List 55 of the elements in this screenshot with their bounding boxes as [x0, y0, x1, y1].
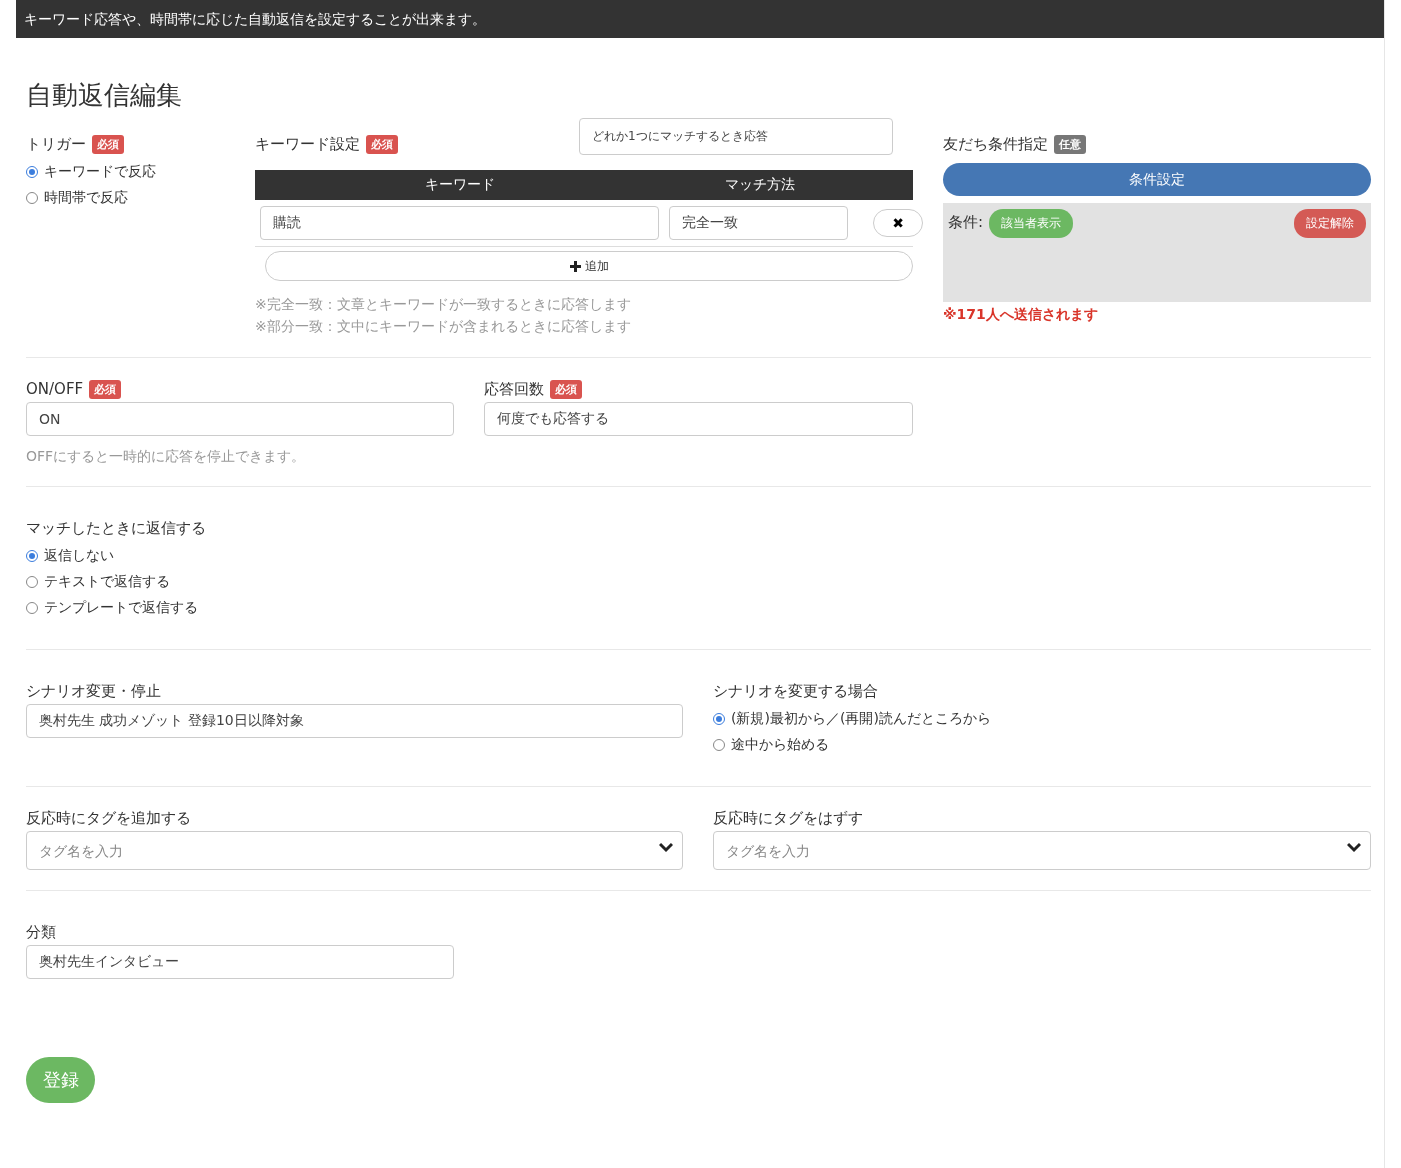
recipient-count-text: ※171人へ送信されます — [943, 306, 1099, 324]
radio-button[interactable] — [26, 576, 38, 588]
required-badge: 必須 — [550, 379, 582, 399]
required-badge: 必須 — [89, 379, 122, 399]
radio-label[interactable]: テンプレートで返信する — [44, 599, 198, 617]
chevron-down-icon — [1347, 841, 1361, 853]
category-field[interactable]: 奥村先生インタビュー — [26, 945, 454, 979]
radio-button[interactable] — [26, 550, 38, 562]
field-label: マッチしたときに返信する — [26, 518, 206, 538]
keyword-field[interactable]: 購読 — [260, 206, 659, 240]
field-label: ON/OFF — [26, 380, 84, 398]
radio-label[interactable]: キーワードで反応 — [44, 163, 156, 181]
radio-button[interactable] — [26, 166, 38, 178]
tag-select[interactable]: タグ名を入力 — [713, 831, 1371, 870]
required-badge: 必須 — [92, 134, 124, 154]
radio-button[interactable] — [26, 602, 38, 614]
scenario-field[interactable]: 奥村先生 成功メゾット 登録10日以降対象 — [26, 704, 683, 738]
response-count-field[interactable]: 何度でも応答する — [484, 402, 913, 436]
required-badge: 必須 — [366, 134, 398, 154]
radio-label[interactable]: (新規)最初から／(再開)読んだところから — [731, 710, 991, 728]
field-label: シナリオを変更する場合 — [713, 681, 878, 701]
hint-text: OFFにすると一時的に応答を停止できます。 — [26, 448, 307, 466]
radio-label[interactable]: 時間帯で反応 — [44, 189, 128, 207]
radio-button[interactable] — [26, 192, 38, 204]
remove-button[interactable]: ✖ — [873, 209, 923, 237]
radio-button[interactable] — [713, 739, 725, 751]
page-title: 自動返信編集 — [26, 79, 183, 112]
field-label: 反応時にタグを追加する — [26, 808, 191, 828]
field-label: シナリオ変更・停止 — [26, 681, 161, 701]
tag-select[interactable]: タグ名を入力 — [26, 831, 683, 870]
radio-label[interactable]: 途中から始める — [731, 736, 829, 754]
field-label: 反応時にタグをはずす — [713, 808, 863, 828]
radio-label[interactable]: 返信しない — [44, 547, 114, 565]
field-label: 分類 — [26, 922, 56, 942]
radio-label[interactable]: テキストで返信する — [44, 573, 170, 591]
chevron-down-icon — [659, 841, 673, 853]
on-off-field[interactable]: ON — [26, 402, 454, 436]
column-header: マッチ方法 — [724, 176, 796, 194]
field-label: 友だち条件指定 — [943, 134, 1048, 154]
radio-button[interactable] — [713, 713, 725, 725]
optional-badge: 任意 — [1054, 134, 1086, 154]
clear-settings-button[interactable]: 設定解除 — [1294, 209, 1366, 238]
add-button[interactable]: 追加 — [265, 251, 913, 281]
condition-label: 条件: — [948, 213, 984, 232]
header-bar: キーワード応答や、時間帯に応じた自動返信を設定することが出来ます。 — [16, 0, 1384, 38]
note-text: ※部分一致：文中にキーワードが含まれるときに応答します — [255, 317, 632, 336]
plus-icon — [569, 260, 581, 272]
field-label: トリガー — [26, 134, 86, 154]
field-label: 応答回数 — [484, 379, 544, 399]
match-mode-field[interactable]: どれか1つにマッチするとき応答 — [579, 118, 893, 155]
field-label: キーワード設定 — [255, 134, 360, 154]
note-text: ※完全一致：文章とキーワードが一致するときに応答します — [255, 295, 632, 314]
column-header: キーワード — [424, 176, 496, 194]
match-field[interactable]: 完全一致 — [669, 206, 848, 240]
condition-settings-button[interactable]: 条件設定 — [943, 163, 1371, 196]
